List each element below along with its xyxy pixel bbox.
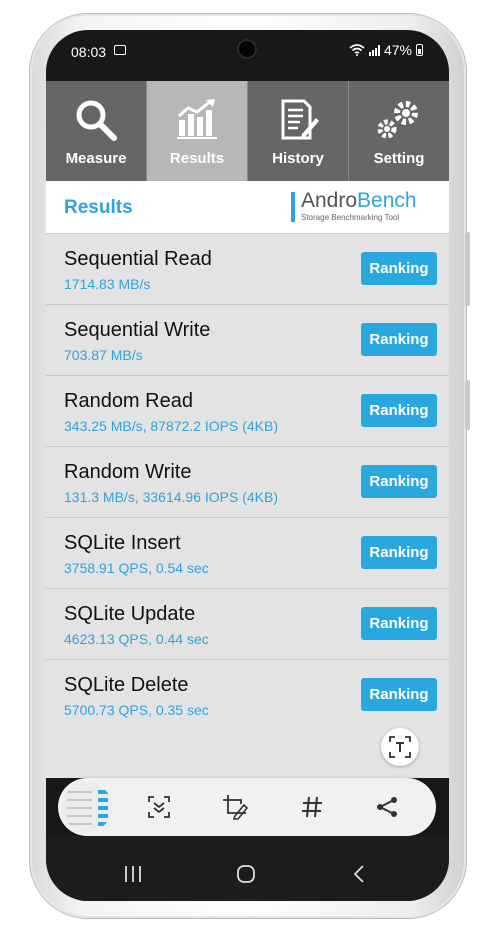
ranking-button[interactable]: Ranking <box>361 607 437 640</box>
logo-tagline: Storage Benchmarking Tool <box>301 213 400 222</box>
result-value: 131.3 MB/s, 33614.96 IOPS (4KB) <box>64 489 279 505</box>
back-icon <box>353 865 364 883</box>
magnifier-icon <box>76 100 117 141</box>
extract-text-button[interactable] <box>381 728 419 766</box>
hashtag-button[interactable] <box>297 792 327 822</box>
phone-screen: 08:03 47% Measure Results History Settin… <box>46 30 449 901</box>
result-value: 1714.83 MB/s <box>64 276 151 292</box>
hashtag-icon <box>302 796 322 818</box>
result-value: 5700.73 QPS, 0.35 sec <box>64 702 209 718</box>
share-button[interactable] <box>372 792 402 822</box>
wifi-icon <box>349 44 365 56</box>
logo-name-part2: Bench <box>357 189 417 212</box>
result-name: Random Read <box>64 390 193 412</box>
ranking-button[interactable]: Ranking <box>361 323 437 356</box>
result-name: SQLite Insert <box>64 532 181 554</box>
ranking-button[interactable]: Ranking <box>361 678 437 711</box>
crop-edit-button[interactable] <box>220 792 250 822</box>
main-tab-bar: Measure Results History Setting <box>46 81 449 181</box>
gears-icon <box>377 101 418 139</box>
tab-label: Setting <box>373 150 425 167</box>
page-title: Results <box>64 197 133 218</box>
battery-percent: 47% <box>383 42 412 58</box>
logo-name: AndroBench <box>301 190 417 212</box>
result-sqlite-delete: SQLite Delete 5700.73 QPS, 0.35 sec Rank… <box>46 660 449 730</box>
result-name: SQLite Delete <box>64 674 189 696</box>
scroll-capture-button[interactable] <box>144 792 174 822</box>
tab-label: Measure <box>65 150 127 167</box>
text-extract-icon <box>389 736 411 758</box>
androbench-logo: AndroBench Storage Benchmarking Tool <box>291 190 433 224</box>
result-name: Random Write <box>64 461 192 483</box>
status-icons: 47% <box>349 42 423 58</box>
result-sequential-write: Sequential Write 703.87 MB/s Ranking <box>46 305 449 376</box>
battery-icon <box>416 44 423 56</box>
result-sequential-read: Sequential Read 1714.83 MB/s Ranking <box>46 234 449 305</box>
tab-results[interactable]: Results <box>147 81 248 181</box>
screenshot-thumbnail[interactable] <box>62 782 112 832</box>
home-icon <box>237 865 255 883</box>
share-icon <box>377 797 397 817</box>
document-edit-icon <box>281 99 319 140</box>
result-value: 4623.13 QPS, 0.44 sec <box>64 631 209 647</box>
back-button[interactable] <box>344 862 374 886</box>
result-value: 703.87 MB/s <box>64 347 143 363</box>
ranking-button[interactable]: Ranking <box>361 252 437 285</box>
result-random-write: Random Write 131.3 MB/s, 33614.96 IOPS (… <box>46 447 449 518</box>
results-list: Sequential Read 1714.83 MB/s Ranking Seq… <box>46 234 449 778</box>
screenshot-toolbar <box>58 778 436 836</box>
tab-setting[interactable]: Setting <box>349 81 449 181</box>
scroll-capture-icon <box>148 796 170 818</box>
status-bar: 08:03 47% <box>46 30 449 80</box>
status-time: 08:03 <box>71 44 107 60</box>
recent-apps-button[interactable] <box>118 862 148 886</box>
power-button <box>465 380 470 430</box>
home-button[interactable] <box>231 862 261 886</box>
navigation-bar <box>46 836 449 901</box>
tab-measure[interactable]: Measure <box>46 81 147 181</box>
tab-label: History <box>272 150 324 167</box>
crop-edit-icon <box>223 795 248 820</box>
front-camera <box>239 41 255 57</box>
bar-chart-icon <box>177 99 217 139</box>
ranking-button[interactable]: Ranking <box>361 394 437 427</box>
result-random-read: Random Read 343.25 MB/s, 87872.2 IOPS (4… <box>46 376 449 447</box>
thumbnail-preview <box>62 782 112 832</box>
result-sqlite-insert: SQLite Insert 3758.91 QPS, 0.54 sec Rank… <box>46 518 449 589</box>
result-name: Sequential Write <box>64 319 211 341</box>
volume-button <box>465 232 470 306</box>
signal-icon <box>368 44 380 56</box>
tab-history[interactable]: History <box>248 81 349 181</box>
ranking-button[interactable]: Ranking <box>361 536 437 569</box>
logo-name-part1: Andro <box>301 189 358 212</box>
logo-bar <box>291 192 295 222</box>
tab-label: Results <box>169 150 225 167</box>
result-name: Sequential Read <box>64 248 212 270</box>
ranking-button[interactable]: Ranking <box>361 465 437 498</box>
result-sqlite-update: SQLite Update 4623.13 QPS, 0.44 sec Rank… <box>46 589 449 660</box>
gallery-notification-icon <box>114 45 126 55</box>
result-value: 343.25 MB/s, 87872.2 IOPS (4KB) <box>64 418 279 434</box>
results-header: Results AndroBench Storage Benchmarking … <box>46 181 449 234</box>
result-value: 3758.91 QPS, 0.54 sec <box>64 560 209 576</box>
recent-apps-icon <box>125 866 141 882</box>
result-name: SQLite Update <box>64 603 196 625</box>
